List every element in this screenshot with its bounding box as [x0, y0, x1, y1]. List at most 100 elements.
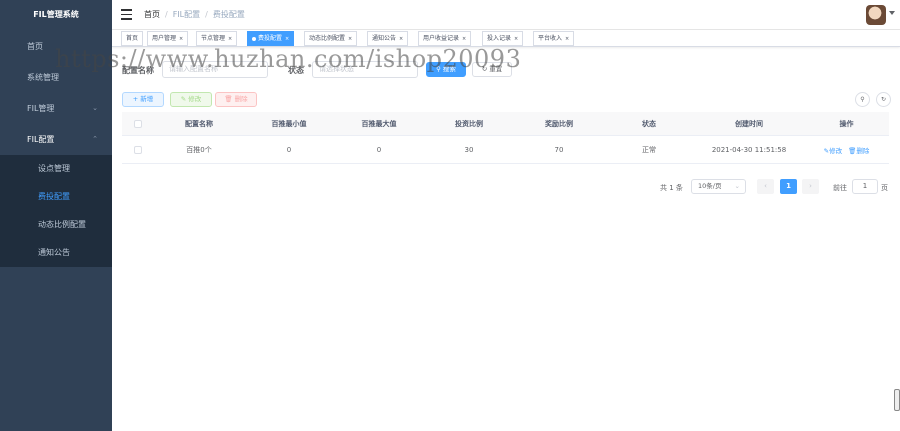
page-number-button[interactable]: 1 [780, 179, 797, 194]
chevron-left-icon: ‹ [764, 182, 767, 190]
delete-button[interactable]: 🗑 删除 [215, 92, 257, 107]
search-button[interactable]: ⚲ 搜索 [426, 62, 466, 77]
cell-status: 正常 [642, 145, 656, 154]
submenu-fil-config: 设点管理 费投配置 动态比例配置 通知公告 [0, 155, 112, 267]
chevron-down-icon: ⌄ [92, 104, 98, 112]
cell-created: 2021-04-30 11:51:58 [711, 145, 787, 154]
close-icon[interactable]: × [228, 36, 232, 42]
sidebar-subitem-fee-config[interactable]: 费投配置 [0, 183, 112, 211]
config-name-input[interactable]: 请输入配置名称 [162, 61, 268, 78]
tag-user-manage[interactable]: 用户管理 × [147, 31, 189, 46]
pagination-total: 共 1 条 [660, 184, 683, 192]
edit-button[interactable]: ✎ 修改 [170, 92, 212, 107]
refresh-icon: ↻ [880, 96, 887, 103]
sidebar-item-home[interactable]: 首页 [0, 31, 112, 62]
tag-label: 通知公告 [372, 35, 397, 42]
sidebar-item-label: FIL管理 [27, 104, 55, 113]
column-header: 状态 [642, 119, 656, 128]
row-edit-label: 修改 [829, 146, 843, 155]
tag-home[interactable]: 首页 [121, 31, 144, 46]
tag-platform-income[interactable]: 平台收入 × [533, 31, 575, 46]
sidebar-subitem-notice[interactable]: 通知公告 [0, 239, 112, 267]
tag-fee-config[interactable]: 费投配置 × [247, 31, 295, 46]
close-icon[interactable]: × [514, 36, 518, 42]
search-icon: ⚲ [436, 65, 443, 73]
chevron-up-icon: ⌃ [92, 135, 98, 143]
breadcrumb-item: FIL配置 [172, 10, 201, 19]
caret-down-icon[interactable] [889, 11, 895, 15]
tag-invest-record[interactable]: 投入记录 × [482, 31, 524, 46]
refresh-button[interactable]: ↻ [876, 92, 891, 107]
search-button-label: 搜索 [442, 65, 456, 73]
goto-label: 前往 [833, 184, 847, 192]
prev-page-button[interactable]: ‹ [757, 179, 774, 194]
add-button[interactable]: + 新增 [122, 92, 164, 107]
row-checkbox[interactable] [134, 145, 142, 154]
column-header: 奖励比例 [545, 119, 573, 128]
add-button-label: 新增 [140, 95, 154, 103]
select-all-cell [122, 112, 154, 135]
cell-invest-ratio: 30 [464, 145, 474, 154]
sidebar-item-fil-manage[interactable]: FIL管理 ⌄ [0, 93, 112, 124]
row-select-cell [122, 136, 154, 163]
config-name-label: 配置名称 [122, 66, 154, 75]
search-toggle-button[interactable]: ⚲ [855, 92, 870, 107]
cell-actions: ✎修改 🗑删除 [804, 136, 889, 163]
reset-button-label: 重置 [489, 65, 503, 73]
cell-min: 0 [286, 145, 292, 154]
close-icon[interactable]: × [565, 36, 569, 42]
page-unit-label: 页 [881, 184, 888, 192]
tag-dynamic-ratio[interactable]: 动态比例配置 × [304, 31, 358, 46]
tag-user-income[interactable]: 用户收益记录 × [418, 31, 472, 46]
row-delete-link[interactable]: 🗑删除 [848, 145, 869, 155]
tag-node-manage[interactable]: 节点管理 × [196, 31, 238, 46]
trash-icon: 🗑 [224, 95, 235, 103]
page-size-value: 10条/页 [698, 182, 722, 190]
reset-button[interactable]: ↻ 重置 [472, 62, 512, 77]
close-icon[interactable]: × [348, 36, 352, 42]
hamburger-icon[interactable] [121, 9, 132, 20]
close-icon[interactable]: × [285, 36, 289, 42]
column-header: 创建时间 [735, 119, 763, 128]
search-icon: ⚲ [860, 96, 865, 103]
breadcrumb-item[interactable]: 首页 [144, 10, 160, 19]
sidebar-item-system[interactable]: 系统管理 [0, 62, 112, 93]
row-edit-link[interactable]: ✎修改 [824, 145, 842, 155]
close-icon[interactable]: × [179, 36, 183, 42]
tag-label: 平台收入 [538, 35, 563, 42]
breadcrumb: 首页 / FIL配置 / 费投配置 [144, 10, 245, 19]
tag-label: 用户管理 [152, 35, 177, 42]
cell-max: 0 [376, 145, 382, 154]
column-header: 配置名称 [185, 119, 213, 128]
sidebar-subitem-node[interactable]: 设点管理 [0, 155, 112, 183]
close-icon[interactable]: × [399, 36, 403, 42]
delete-button-label: 删除 [234, 95, 248, 103]
status-select[interactable]: 请选择状态 [312, 61, 418, 78]
status-label: 状态 [288, 66, 304, 75]
sidebar-item-label: FIL配置 [27, 135, 55, 144]
column-header: 百推最大值 [361, 119, 397, 128]
tags-view: 首页 用户管理 × 节点管理 × 费投配置 × 动态比例配置 × 通知公告 × 用户收益记… [112, 30, 900, 47]
goto-page-input[interactable]: 1 [852, 179, 878, 194]
tag-label: 用户收益记录 [423, 35, 460, 42]
page-size-select[interactable]: 10条/页 ⌄ [691, 179, 746, 194]
breadcrumb-item: 费投配置 [212, 10, 245, 19]
tag-label: 费投配置 [258, 35, 283, 42]
tag-label: 首页 [126, 35, 139, 42]
tag-notice[interactable]: 通知公告 × [367, 31, 409, 46]
table-header: 配置名称 百推最小值 百推最大值 投资比例 奖励比例 状态 创建时间 操作 [122, 112, 889, 136]
chevron-down-icon: ⌄ [734, 182, 740, 190]
close-icon[interactable]: × [462, 36, 466, 42]
scroll-handle[interactable] [894, 389, 900, 411]
avatar[interactable] [866, 5, 886, 25]
chevron-right-icon: › [809, 182, 812, 190]
next-page-button[interactable]: › [802, 179, 819, 194]
sidebar-item-fil-config[interactable]: FIL配置 ⌃ [0, 124, 112, 155]
sidebar-subitem-dynamic-ratio[interactable]: 动态比例配置 [0, 211, 112, 239]
top-navbar: 首页 / FIL配置 / 费投配置 [112, 0, 900, 30]
select-all-checkbox[interactable] [134, 119, 142, 128]
cell-reward-ratio: 70 [554, 145, 564, 154]
tag-label: 动态比例配置 [309, 35, 346, 42]
table-row: 百推0个 0 0 30 70 正常 2021-04-30 11:51:58 ✎修… [122, 136, 889, 164]
column-header: 操作 [839, 119, 854, 128]
